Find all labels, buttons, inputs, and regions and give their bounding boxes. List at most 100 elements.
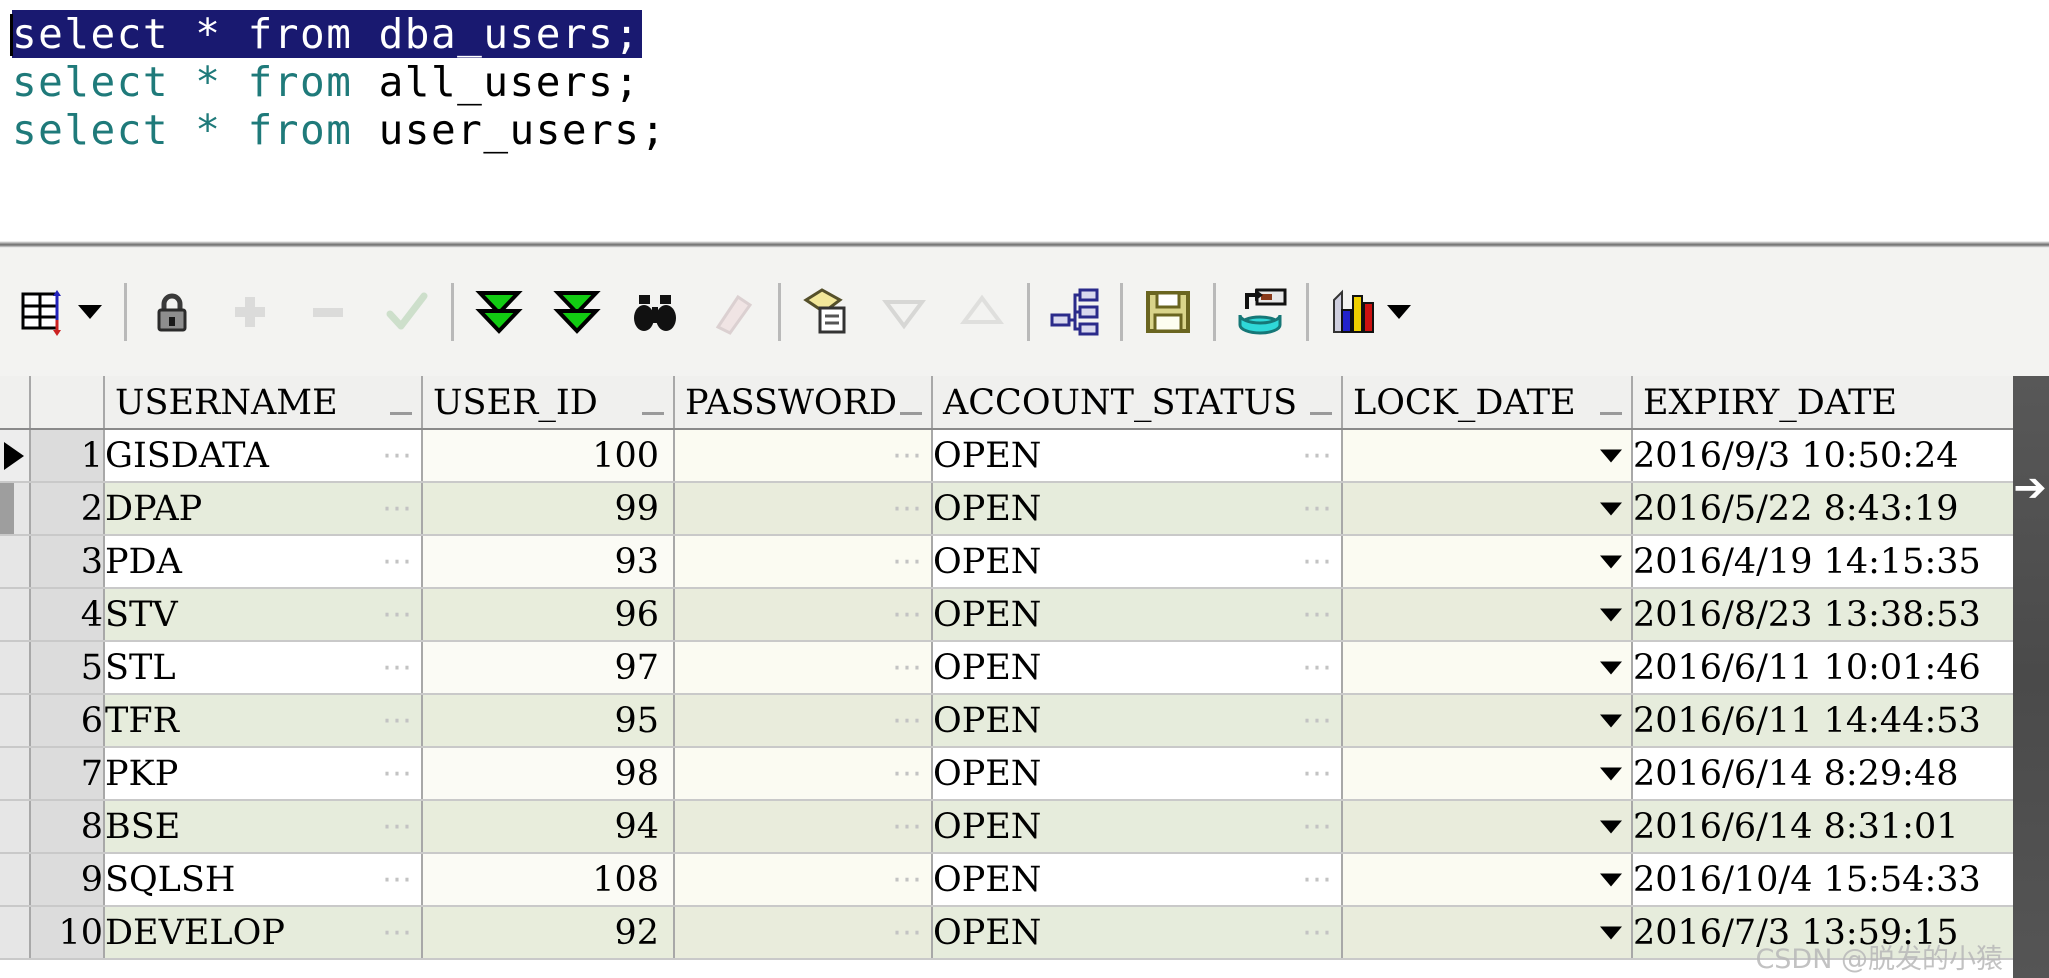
scroll-right-arrow-icon[interactable]: ➔ xyxy=(2013,468,2047,508)
cell-account-status[interactable]: OPEN ⋯ xyxy=(932,588,1343,642)
table-row[interactable]: 6 TFR ⋯ 95 ⋯ OPEN ⋯ 2016/6/11 14:44:53 xyxy=(0,694,2049,748)
cell-expiry-date[interactable]: 2016/7/3 13:59:15 xyxy=(1632,906,2049,960)
sql-line-2[interactable]: select * from all_users; xyxy=(12,58,2049,106)
cell-ellipsis-button[interactable]: ⋯ xyxy=(382,440,414,471)
cell-expiry-date[interactable]: 2016/8/23 13:38:53 xyxy=(1632,588,2049,642)
cell-ellipsis-button[interactable]: ⋯ xyxy=(1302,917,1334,948)
cell-lock-date[interactable] xyxy=(1342,800,1633,854)
cell-username[interactable]: STL ⋯ xyxy=(104,641,423,695)
plus-icon[interactable] xyxy=(219,281,281,343)
row-number-cell[interactable]: 3 xyxy=(30,535,105,589)
cell-username[interactable]: GISDATA ⋯ xyxy=(104,429,423,483)
row-number-cell[interactable]: 10 xyxy=(30,906,105,960)
cell-user-id[interactable]: 92 xyxy=(422,906,675,960)
cell-ellipsis-button[interactable]: ⋯ xyxy=(382,864,414,895)
cell-ellipsis-button[interactable]: ⋯ xyxy=(892,652,924,683)
row-marker-cell[interactable] xyxy=(0,853,31,907)
cell-lock-date[interactable] xyxy=(1342,747,1633,801)
table-row[interactable]: 2 DPAP ⋯ 99 ⋯ OPEN ⋯ 2016/5/22 8:43:19 xyxy=(0,482,2049,536)
minus-icon[interactable] xyxy=(297,281,359,343)
cell-password[interactable]: ⋯ xyxy=(674,429,933,483)
cell-ellipsis-button[interactable]: ⋯ xyxy=(1302,652,1334,683)
sql-line-1[interactable]: select * from dba_users; xyxy=(12,10,643,58)
cell-ellipsis-button[interactable]: ⋯ xyxy=(1302,599,1334,630)
cell-dropdown-icon[interactable] xyxy=(1600,873,1622,886)
cell-expiry-date[interactable]: 2016/6/14 8:31:01 xyxy=(1632,800,2049,854)
cell-ellipsis-button[interactable]: ⋯ xyxy=(382,493,414,524)
row-number-cell[interactable]: 8 xyxy=(30,800,105,854)
column-resize-handle[interactable] xyxy=(900,412,922,415)
cell-expiry-date[interactable]: 2016/9/3 10:50:24 xyxy=(1632,429,2049,483)
cell-password[interactable]: ⋯ xyxy=(674,482,933,536)
cell-ellipsis-button[interactable]: ⋯ xyxy=(892,599,924,630)
cell-expiry-date[interactable]: 2016/10/4 15:54:33 xyxy=(1632,853,2049,907)
cell-ellipsis-button[interactable]: ⋯ xyxy=(382,811,414,842)
cell-ellipsis-button[interactable]: ⋯ xyxy=(892,917,924,948)
cell-password[interactable]: ⋯ xyxy=(674,906,933,960)
cell-dropdown-icon[interactable] xyxy=(1600,502,1622,515)
row-number-cell[interactable]: 2 xyxy=(30,482,105,536)
fetch-next-icon[interactable] xyxy=(468,281,530,343)
cell-user-id[interactable]: 96 xyxy=(422,588,675,642)
row-marker-cell[interactable] xyxy=(0,906,31,960)
cell-ellipsis-button[interactable]: ⋯ xyxy=(892,493,924,524)
cell-lock-date[interactable] xyxy=(1342,906,1633,960)
table-row[interactable]: 9 SQLSH ⋯ 108 ⋯ OPEN ⋯ 2016/10/4 15:54:33 xyxy=(0,853,2049,907)
check-icon[interactable] xyxy=(375,281,437,343)
chevron-down-icon[interactable] xyxy=(1387,305,1411,319)
row-marker-cell[interactable] xyxy=(0,588,31,642)
cell-ellipsis-button[interactable]: ⋯ xyxy=(382,758,414,789)
cell-ellipsis-button[interactable]: ⋯ xyxy=(1302,811,1334,842)
cell-ellipsis-button[interactable]: ⋯ xyxy=(1302,705,1334,736)
chevron-down-icon[interactable] xyxy=(78,305,102,319)
row-number-cell[interactable]: 9 xyxy=(30,853,105,907)
row-marker-cell[interactable] xyxy=(0,429,31,483)
cell-ellipsis-button[interactable]: ⋯ xyxy=(382,705,414,736)
result-grid[interactable]: USERNAME USER_ID PASSWORD ACCOUNT_STATUS… xyxy=(0,376,2049,978)
cell-password[interactable]: ⋯ xyxy=(674,535,933,589)
cell-username[interactable]: SQLSH ⋯ xyxy=(104,853,423,907)
cell-username[interactable]: TFR ⋯ xyxy=(104,694,423,748)
sql-editor-pane[interactable]: select * from dba_users; select * from a… xyxy=(0,0,2049,241)
cell-expiry-date[interactable]: 2016/6/11 10:01:46 xyxy=(1632,641,2049,695)
row-number-cell[interactable]: 4 xyxy=(30,588,105,642)
cell-lock-date[interactable] xyxy=(1342,853,1633,907)
cell-lock-date[interactable] xyxy=(1342,429,1633,483)
cell-ellipsis-button[interactable]: ⋯ xyxy=(1302,546,1334,577)
cell-ellipsis-button[interactable]: ⋯ xyxy=(1302,864,1334,895)
cell-lock-date[interactable] xyxy=(1342,694,1633,748)
cell-account-status[interactable]: OPEN ⋯ xyxy=(932,747,1343,801)
cell-account-status[interactable]: OPEN ⋯ xyxy=(932,482,1343,536)
sql-line-3[interactable]: select * from user_users; xyxy=(12,106,2049,154)
hierarchy-icon[interactable] xyxy=(1044,281,1106,343)
column-header-lock-date[interactable]: LOCK_DATE xyxy=(1342,376,1633,430)
cell-password[interactable]: ⋯ xyxy=(674,800,933,854)
copy-to-clipboard-icon[interactable] xyxy=(795,281,857,343)
column-resize-handle[interactable] xyxy=(390,412,412,415)
cell-user-id[interactable]: 98 xyxy=(422,747,675,801)
cell-expiry-date[interactable]: 2016/6/11 14:44:53 xyxy=(1632,694,2049,748)
row-number-cell[interactable]: 7 xyxy=(30,747,105,801)
table-row[interactable]: 7 PKP ⋯ 98 ⋯ OPEN ⋯ 2016/6/14 8:29:48 xyxy=(0,747,2049,801)
column-header-password[interactable]: PASSWORD xyxy=(674,376,933,430)
cell-username[interactable]: PDA ⋯ xyxy=(104,535,423,589)
cell-user-id[interactable]: 97 xyxy=(422,641,675,695)
sort-descending-icon[interactable] xyxy=(873,281,935,343)
cell-account-status[interactable]: OPEN ⋯ xyxy=(932,800,1343,854)
cell-dropdown-icon[interactable] xyxy=(1600,661,1622,674)
cell-ellipsis-button[interactable]: ⋯ xyxy=(892,864,924,895)
bar-chart-icon[interactable] xyxy=(1323,281,1385,343)
row-marker-cell[interactable] xyxy=(0,535,31,589)
cell-user-id[interactable]: 100 xyxy=(422,429,675,483)
cell-dropdown-icon[interactable] xyxy=(1600,820,1622,833)
column-resize-handle[interactable] xyxy=(1310,412,1332,415)
horizontal-scroll-strip[interactable]: ➔ xyxy=(2013,376,2049,978)
row-marker-cell[interactable] xyxy=(0,694,31,748)
row-marker-cell[interactable] xyxy=(0,800,31,854)
cell-password[interactable]: ⋯ xyxy=(674,853,933,907)
cell-ellipsis-button[interactable]: ⋯ xyxy=(892,811,924,842)
binoculars-icon[interactable] xyxy=(624,281,686,343)
cell-username[interactable]: PKP ⋯ xyxy=(104,747,423,801)
cell-ellipsis-button[interactable]: ⋯ xyxy=(892,440,924,471)
cell-username[interactable]: DPAP ⋯ xyxy=(104,482,423,536)
